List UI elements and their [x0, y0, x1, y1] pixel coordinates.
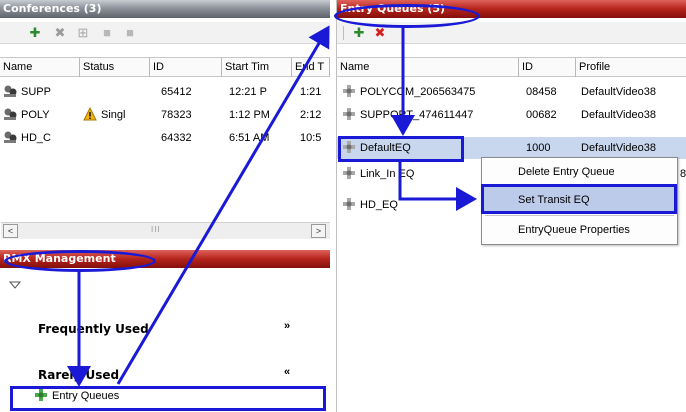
entry-queue-name: DefaultEQ	[360, 142, 411, 154]
col-start-time[interactable]: Start Tim	[222, 58, 292, 77]
chevron-up-icon[interactable]: «	[284, 366, 290, 378]
entry-queue-profile: 8	[680, 168, 686, 180]
conference-status	[80, 81, 150, 103]
merge-icon[interactable]: ⊞	[75, 25, 91, 41]
conference-end: 2:12	[300, 109, 322, 121]
conference-id: 78323	[161, 109, 192, 121]
frequently-used-header[interactable]: Frequently Used	[38, 322, 149, 336]
entry-queues-header: Name ID Profile	[337, 57, 686, 77]
entry-queue-icon	[342, 166, 356, 180]
conference-status	[80, 127, 150, 149]
conference-name: SUPP	[21, 86, 51, 98]
col-name[interactable]: Name	[0, 58, 80, 77]
conferences-header: Name Status ID Start Tim End T	[0, 57, 330, 77]
col-end-time[interactable]: End T	[292, 58, 330, 77]
menu-item-set-transit-eq[interactable]: Set Transit EQ	[482, 187, 677, 213]
conference-icon	[3, 130, 17, 144]
conference-icon	[3, 107, 17, 121]
table-row[interactable]: POLY Singl 78323 1:12 PM 2:12	[0, 104, 330, 126]
col-profile[interactable]: Profile	[576, 58, 686, 77]
conference-icon	[3, 84, 17, 98]
chevron-down-icon[interactable]: »	[284, 320, 290, 332]
table-row-selected[interactable]: DefaultEQ 1000 DefaultVideo38	[337, 137, 686, 159]
record-icon[interactable]: ■	[99, 25, 115, 41]
delete-conference-icon[interactable]: ✖	[52, 25, 68, 41]
entry-queues-label: Entry Queues	[52, 390, 120, 402]
entry-queue-profile: DefaultVideo38	[581, 109, 657, 121]
delete-entry-queue-icon[interactable]: ✖	[372, 25, 388, 41]
entry-queue-name: POLYCOM_206563475	[360, 86, 476, 98]
entry-queue-icon	[342, 197, 356, 211]
scroll-left-button[interactable]: <	[3, 224, 18, 238]
menu-item-delete-entry-queue[interactable]: Delete Entry Queue	[482, 159, 677, 185]
warning-icon	[83, 106, 97, 121]
context-menu: Delete Entry Queue Set Transit EQ EntryQ…	[481, 157, 678, 245]
conference-id: 65412	[161, 86, 192, 98]
add-conference-icon[interactable]: ✚	[27, 25, 43, 41]
entry-queue-id: 00682	[526, 109, 557, 121]
entry-queue-icon	[342, 107, 356, 121]
conferences-title: Conferences (3)	[0, 0, 330, 18]
entry-queue-id: 08458	[526, 86, 557, 98]
conferences-panel: Conferences (3) ✚ ✖ ⊞ ■ ■ Name Status ID…	[0, 0, 330, 240]
col-name[interactable]: Name	[337, 58, 519, 77]
rmx-management-panel: RMX Management Frequently Used » Rarely …	[0, 250, 330, 412]
entry-queue-icon	[34, 388, 48, 402]
entry-queue-icon	[342, 84, 356, 98]
conference-name: HD_C	[21, 132, 51, 144]
entry-queue-id: 1000	[526, 142, 551, 154]
collapse-triangle-icon[interactable]	[8, 280, 22, 290]
entry-queue-name: HD_EQ	[360, 199, 398, 211]
entry-queue-profile: DefaultVideo38	[581, 86, 657, 98]
conference-id: 64332	[161, 132, 192, 144]
conference-end: 1:21	[300, 86, 322, 98]
rarely-used-header[interactable]: Rarely Used	[38, 368, 119, 382]
table-row[interactable]: POLYCOM_206563475 08458 DefaultVideo38	[337, 81, 686, 103]
entry-queue-icon	[342, 140, 356, 154]
table-row[interactable]: SUPP 65412 12:21 P 1:21	[0, 81, 330, 103]
col-id[interactable]: ID	[150, 58, 222, 77]
horizontal-scrollbar[interactable]: < III >	[1, 222, 330, 239]
stop-icon[interactable]: ■	[122, 25, 138, 41]
menu-item-entryqueue-properties[interactable]: EntryQueue Properties	[482, 217, 677, 243]
table-row[interactable]: SUPPORT_474611447 00682 DefaultVideo38	[337, 104, 686, 126]
conferences-toolbar: ✚ ✖ ⊞ ■ ■	[0, 22, 330, 44]
entry-queue-profile: DefaultVideo38	[581, 142, 657, 154]
conference-start: 1:12 PM	[229, 109, 270, 121]
col-status[interactable]: Status	[80, 58, 150, 77]
scroll-thumb[interactable]: III	[151, 225, 161, 234]
col-id[interactable]: ID	[519, 58, 576, 77]
conference-name: POLY	[21, 109, 50, 121]
entry-queues-toolbar: ✚ ✖	[337, 22, 686, 44]
conference-end: 10:5	[300, 132, 322, 144]
add-entry-queue-icon[interactable]: ✚	[351, 25, 367, 41]
conference-start: 12:21 P	[229, 86, 267, 98]
scroll-right-button[interactable]: >	[311, 224, 326, 238]
entry-queue-name: Link_In EQ	[360, 168, 415, 180]
table-row[interactable]: HD_C 64332 6:51 AM 10:5	[0, 127, 330, 149]
entry-queues-item[interactable]: Entry Queues	[11, 385, 324, 407]
rmx-management-title: RMX Management	[0, 250, 330, 268]
entry-queue-name: SUPPORT_474611447	[360, 109, 474, 121]
menu-separator	[485, 215, 674, 216]
toolbar-separator	[343, 26, 344, 40]
entry-queues-title: Entry Queues (5)	[337, 0, 686, 18]
conference-status: Singl	[101, 109, 126, 121]
conference-start: 6:51 AM	[229, 132, 270, 144]
